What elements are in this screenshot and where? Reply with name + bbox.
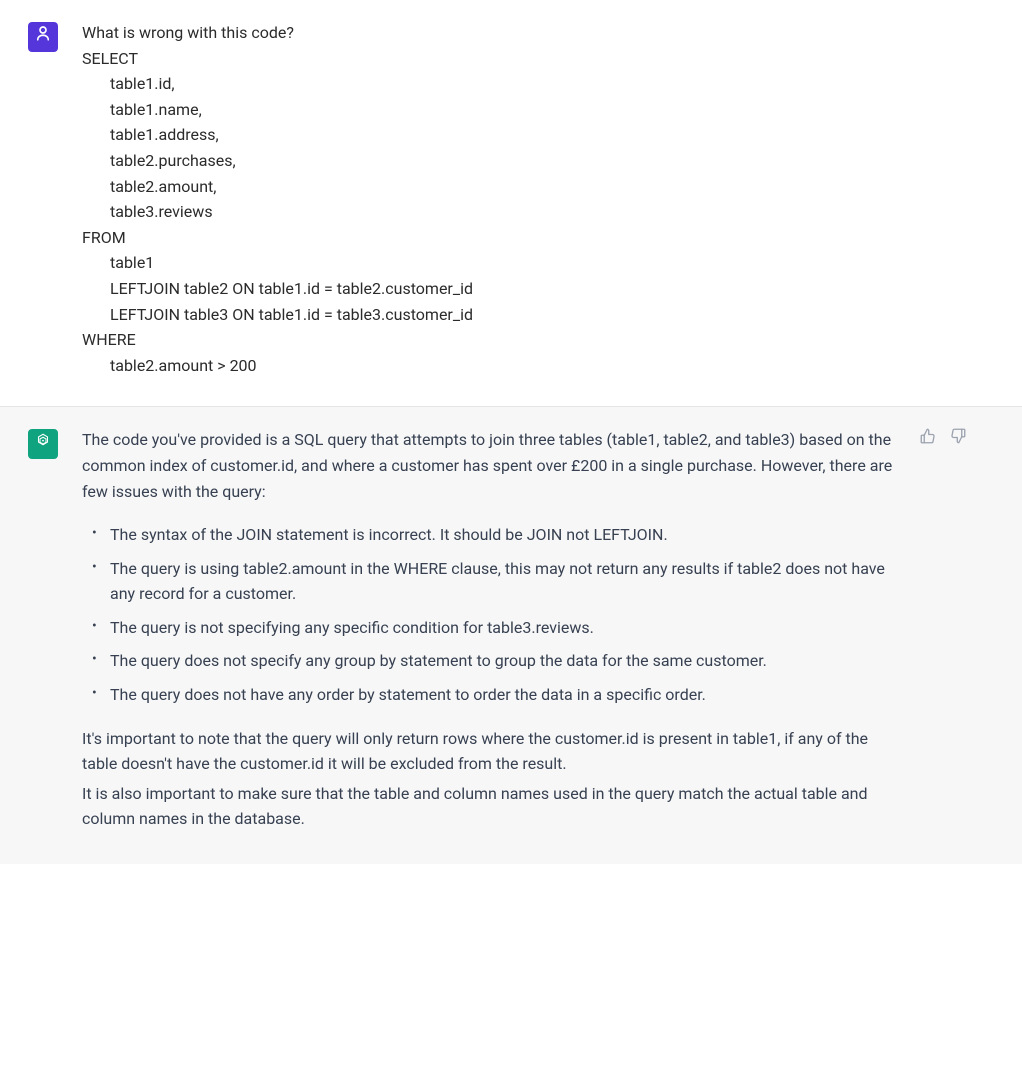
assistant-bullet-list: The syntax of the JOIN statement is inco… <box>82 522 902 708</box>
user-code-line: table2.amount > 200 <box>82 353 994 379</box>
assistant-outro-1: It's important to note that the query wi… <box>82 726 902 777</box>
user-code-line: table1.address, <box>82 122 994 148</box>
user-code-line: table3.reviews <box>82 199 994 225</box>
user-code-line: table2.amount, <box>82 174 994 200</box>
user-icon <box>34 24 52 50</box>
thumbs-down-icon <box>949 427 967 453</box>
user-code-line: table1 <box>82 250 994 276</box>
user-avatar <box>28 22 58 52</box>
openai-icon <box>34 432 52 458</box>
assistant-avatar <box>28 429 58 459</box>
user-code-line: WHERE <box>82 327 994 353</box>
thumbs-down-button[interactable] <box>948 429 968 449</box>
list-item: The query is not specifying any specific… <box>82 615 902 641</box>
user-message: What is wrong with this code?SELECTtable… <box>0 0 1022 407</box>
user-code-line: table1.name, <box>82 97 994 123</box>
user-code-line: LEFTJOIN table3 ON table1.id = table3.cu… <box>82 302 994 328</box>
assistant-message: The code you've provided is a SQL query … <box>0 407 1022 864</box>
user-code-line: FROM <box>82 225 994 251</box>
user-code-line: LEFTJOIN table2 ON table1.id = table2.cu… <box>82 276 994 302</box>
list-item: The syntax of the JOIN statement is inco… <box>82 522 902 548</box>
assistant-message-content: The code you've provided is a SQL query … <box>82 427 902 836</box>
thumbs-up-button[interactable] <box>918 429 938 449</box>
user-code-line: SELECT <box>82 46 994 72</box>
user-code-line: table2.purchases, <box>82 148 994 174</box>
user-message-content: What is wrong with this code?SELECTtable… <box>82 20 994 378</box>
assistant-outro-2: It is also important to make sure that t… <box>82 781 902 832</box>
user-code-line: What is wrong with this code? <box>82 20 994 46</box>
thumbs-up-icon <box>919 427 937 453</box>
user-code-line: table1.id, <box>82 71 994 97</box>
assistant-intro: The code you've provided is a SQL query … <box>82 427 902 504</box>
list-item: The query does not specify any group by … <box>82 648 902 674</box>
list-item: The query does not have any order by sta… <box>82 682 902 708</box>
list-item: The query is using table2.amount in the … <box>82 556 902 607</box>
feedback-actions <box>918 429 968 449</box>
